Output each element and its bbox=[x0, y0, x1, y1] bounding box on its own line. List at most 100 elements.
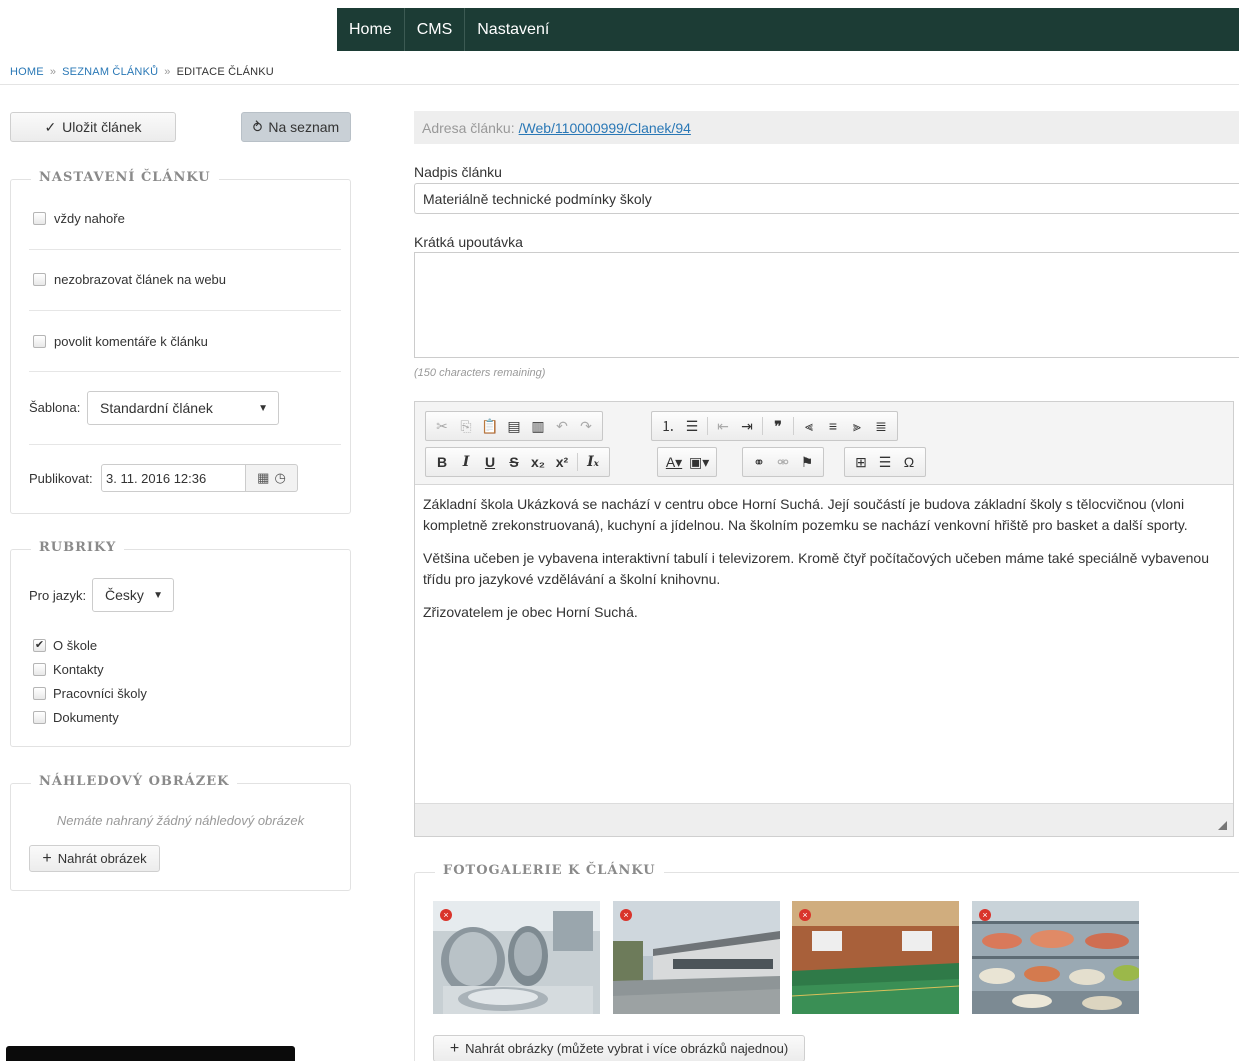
paste-word-icon[interactable]: ▥ bbox=[526, 414, 550, 438]
hide-on-web-option[interactable]: nezobrazovat článek na webu bbox=[33, 272, 226, 287]
allow-comments-checkbox[interactable] bbox=[33, 335, 46, 348]
anchor-flag-icon[interactable]: ⚑ bbox=[795, 450, 819, 474]
preview-image-legend: NÁHLEDOVÝ OBRÁZEK bbox=[31, 774, 238, 789]
upload-gallery-button[interactable]: + Nahrát obrázky (můžete vybrat i více o… bbox=[433, 1035, 805, 1061]
top-navigation: Home CMS Nastavení bbox=[337, 8, 1239, 51]
back-to-list-button[interactable]: ⥁ Na seznam bbox=[241, 112, 351, 142]
category-checkbox[interactable] bbox=[33, 687, 46, 700]
link-icon[interactable]: ⚭ bbox=[747, 450, 771, 474]
horizontal-line-icon[interactable]: ☰ bbox=[873, 450, 897, 474]
calendar-icon[interactable]: ▦ bbox=[257, 470, 269, 486]
outdent-icon[interactable]: ⇤ bbox=[711, 414, 735, 438]
subscript-icon[interactable]: x₂ bbox=[526, 450, 550, 474]
upload-preview-label: Nahrát obrázek bbox=[57, 851, 147, 866]
blockquote-icon[interactable]: ❞ bbox=[766, 414, 790, 438]
allow-comments-option[interactable]: povolit komentáře k článku bbox=[33, 334, 208, 349]
upload-preview-button[interactable]: + Nahrát obrázek bbox=[29, 845, 160, 872]
text-color-icon[interactable]: A▾ bbox=[662, 450, 686, 474]
hide-on-web-checkbox[interactable] bbox=[33, 273, 46, 286]
align-center-icon[interactable]: ≡ bbox=[821, 414, 845, 438]
plus-icon: + bbox=[449, 1039, 460, 1057]
background-color-icon[interactable]: ▣▾ bbox=[686, 450, 712, 474]
copy-icon[interactable]: ⎘ bbox=[454, 414, 478, 438]
breadcrumb-list[interactable]: SEZNAM ČLÁNKŮ bbox=[62, 66, 158, 78]
strikethrough-icon[interactable]: S bbox=[502, 450, 526, 474]
save-article-button[interactable]: ✓ Uložit článek bbox=[10, 112, 176, 142]
category-item[interactable]: Kontakty bbox=[33, 662, 104, 677]
toolbar-clipboard-group: ✂ ⎘ 📋 ▤ ▥ ↶ ↷ bbox=[425, 411, 603, 441]
toolbar-insert-group: ⊞ ☰ Ω bbox=[844, 447, 926, 477]
align-left-icon[interactable]: ⫷ bbox=[797, 414, 821, 438]
editor-paragraph: Zřizovatelem je obec Horní Suchá. bbox=[423, 604, 638, 620]
category-checkbox[interactable] bbox=[33, 711, 46, 724]
kitchen-photo bbox=[433, 901, 600, 1014]
paste-icon[interactable]: 📋 bbox=[478, 414, 502, 438]
editor-status-bar bbox=[415, 803, 1233, 836]
title-input[interactable]: Materiálně technické podmínky školy bbox=[414, 183, 1239, 214]
italic-icon[interactable]: I bbox=[454, 450, 478, 474]
publish-date-picker[interactable]: ▦ ◷ bbox=[246, 464, 298, 492]
nav-home[interactable]: Home bbox=[337, 8, 405, 51]
article-url-link[interactable]: /Web/110000999/Clanek/94 bbox=[519, 120, 691, 136]
superscript-icon[interactable]: x² bbox=[550, 450, 574, 474]
article-url-label: Adresa článku: bbox=[422, 119, 515, 136]
breadcrumb: HOME » SEZNAM ČLÁNKŮ » EDITACE ČLÁNKU bbox=[10, 66, 274, 78]
indent-icon[interactable]: ⇥ bbox=[735, 414, 759, 438]
underline-icon[interactable]: U bbox=[478, 450, 502, 474]
category-item[interactable]: ✔ O škole bbox=[33, 638, 97, 653]
publish-date-input[interactable]: 3. 11. 2016 12:36 bbox=[101, 464, 246, 492]
editor-content-area[interactable]: Základní škola Ukázková se nachází v cen… bbox=[415, 486, 1233, 804]
remove-format-icon[interactable]: Iₓ bbox=[581, 450, 605, 474]
save-article-label: Uložit článek bbox=[62, 119, 142, 135]
always-top-checkbox[interactable] bbox=[33, 212, 46, 225]
gym-photo bbox=[792, 901, 959, 1014]
template-select[interactable]: Standardní článek ▼ bbox=[87, 391, 279, 425]
toolbar-paragraph-group: ⒈ ☰ ⇤ ⇥ ❞ ⫷ ≡ ⫸ ≣ bbox=[651, 411, 898, 441]
no-preview-message: Nemáte nahraný žádný náhledový obrázek bbox=[56, 813, 305, 828]
bold-icon[interactable]: B bbox=[430, 450, 454, 474]
category-item[interactable]: Dokumenty bbox=[33, 710, 119, 725]
categories-legend: RUBRIKY bbox=[31, 540, 125, 555]
unlink-icon[interactable]: ⚮ bbox=[771, 450, 795, 474]
align-justify-icon[interactable]: ≣ bbox=[869, 414, 893, 438]
always-top-option[interactable]: vždy nahoře bbox=[33, 211, 125, 226]
category-label: O škole bbox=[53, 638, 98, 653]
nav-cms[interactable]: CMS bbox=[405, 8, 466, 51]
language-select[interactable]: Česky ▼ bbox=[92, 578, 174, 612]
delete-photo-icon[interactable]: × bbox=[979, 909, 991, 921]
gallery-photo-gym[interactable]: × bbox=[792, 901, 959, 1014]
nav-settings[interactable]: Nastavení bbox=[465, 8, 561, 51]
toolbar-color-group: A▾ ▣▾ bbox=[657, 447, 718, 477]
numbered-list-icon[interactable]: ⒈ bbox=[656, 414, 680, 438]
template-select-value: Standardní článek bbox=[100, 400, 213, 416]
special-character-icon[interactable]: Ω bbox=[897, 450, 921, 474]
breadcrumb-home[interactable]: HOME bbox=[10, 66, 44, 78]
paste-text-icon[interactable]: ▤ bbox=[502, 414, 526, 438]
undo-icon[interactable]: ↶ bbox=[550, 414, 574, 438]
category-checkbox-checked[interactable]: ✔ bbox=[33, 639, 46, 652]
gallery-photo-school-building[interactable]: × bbox=[613, 901, 780, 1014]
cut-icon[interactable]: ✂ bbox=[430, 414, 454, 438]
resize-handle-icon[interactable] bbox=[1218, 821, 1227, 830]
category-item[interactable]: Pracovníci školy bbox=[33, 686, 147, 701]
divider bbox=[29, 249, 341, 250]
gallery-photo-canteen[interactable]: × bbox=[972, 901, 1139, 1014]
article-url-bar: Adresa článku: /Web/110000999/Clanek/94 bbox=[414, 111, 1239, 144]
header-divider bbox=[0, 84, 1239, 85]
delete-photo-icon[interactable]: × bbox=[799, 909, 811, 921]
photo-gallery-legend: FOTOGALERIE K ČLÁNKU bbox=[435, 863, 664, 878]
delete-photo-icon[interactable]: × bbox=[440, 909, 452, 921]
teaser-textarea[interactable] bbox=[414, 252, 1239, 358]
align-right-icon[interactable]: ⫸ bbox=[845, 414, 869, 438]
category-checkbox[interactable] bbox=[33, 663, 46, 676]
plus-icon: + bbox=[42, 849, 52, 867]
bulleted-list-icon[interactable]: ☰ bbox=[680, 414, 704, 438]
table-icon[interactable]: ⊞ bbox=[849, 450, 873, 474]
teaser-label: Krátká upoutávka bbox=[414, 234, 523, 250]
gallery-photo-kitchen[interactable]: × bbox=[433, 901, 600, 1014]
clock-icon[interactable]: ◷ bbox=[274, 470, 285, 486]
back-to-list-label: Na seznam bbox=[268, 119, 340, 135]
delete-photo-icon[interactable]: × bbox=[620, 909, 632, 921]
caret-down-icon: ▼ bbox=[153, 589, 163, 601]
redo-icon[interactable]: ↷ bbox=[574, 414, 598, 438]
